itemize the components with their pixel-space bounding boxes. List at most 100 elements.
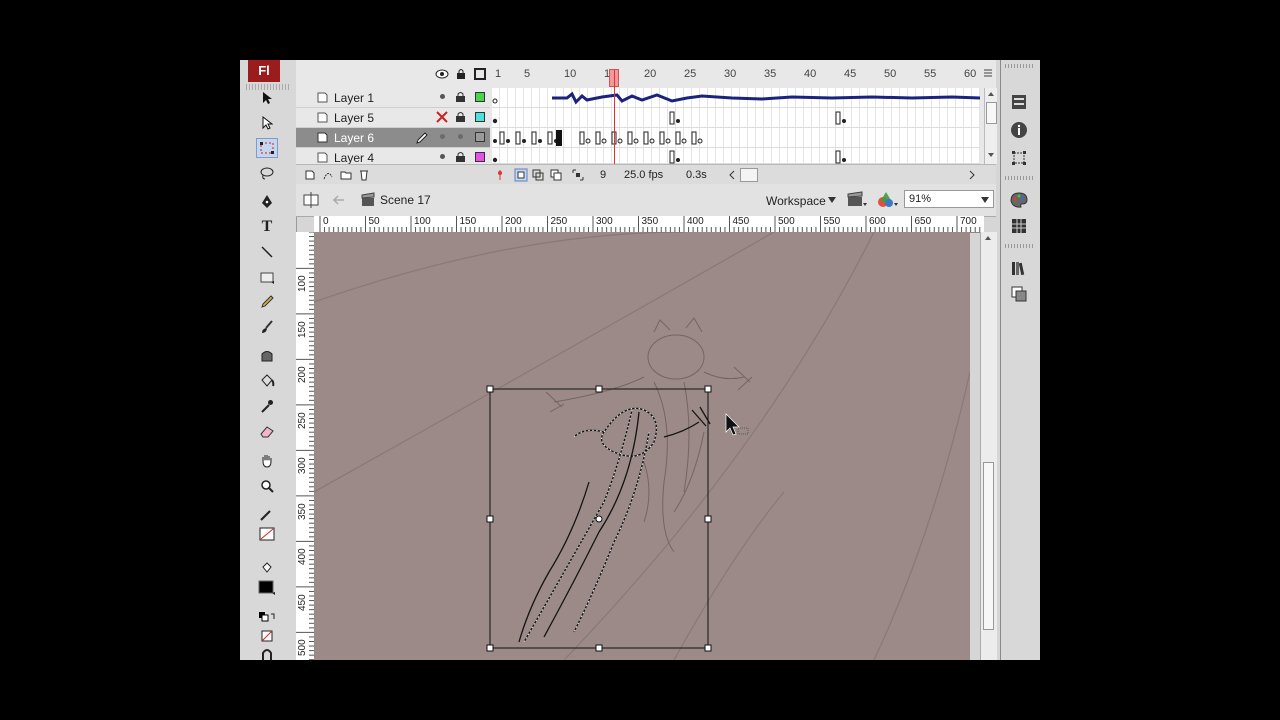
paint-bucket-icon bbox=[261, 374, 275, 387]
swap-colors-button[interactable] bbox=[256, 608, 278, 628]
ruler-label: 100 bbox=[414, 216, 431, 227]
rectangle-tool[interactable] bbox=[256, 267, 278, 287]
pencil-stroke-icon bbox=[260, 510, 271, 521]
timeline-vscroll-thumb[interactable] bbox=[986, 102, 997, 124]
trash-icon[interactable] bbox=[358, 168, 370, 181]
lock-icon[interactable] bbox=[456, 112, 465, 122]
layer-frames[interactable] bbox=[492, 148, 980, 164]
zoom-tool[interactable] bbox=[256, 476, 278, 496]
frame-number-label: 55 bbox=[924, 68, 937, 80]
lock-dot[interactable] bbox=[458, 134, 463, 139]
stage-vscroll-thumb[interactable] bbox=[983, 462, 994, 630]
visibility-dot[interactable] bbox=[440, 94, 445, 99]
ruler-label: 400 bbox=[297, 548, 308, 565]
properties-panel-button[interactable] bbox=[1005, 90, 1033, 114]
edit-multiple-frames-icon[interactable] bbox=[550, 169, 562, 181]
library-panel-button[interactable] bbox=[1005, 256, 1033, 280]
edit-symbols-icon[interactable] bbox=[876, 190, 898, 210]
chevron-down-icon[interactable] bbox=[981, 197, 989, 203]
zoom-combobox[interactable]: 91% bbox=[904, 190, 994, 208]
free-transform-tool[interactable] bbox=[256, 138, 278, 158]
eyedropper-tool[interactable] bbox=[256, 396, 278, 416]
panel-grip[interactable] bbox=[1005, 176, 1033, 180]
layer-outline-color[interactable] bbox=[475, 152, 485, 162]
panel-grip[interactable] bbox=[1005, 64, 1033, 68]
modify-onion-markers-icon[interactable] bbox=[572, 169, 584, 181]
no-color-button[interactable] bbox=[256, 626, 278, 646]
frame-number-label: 50 bbox=[884, 68, 897, 80]
lock-icon[interactable] bbox=[456, 68, 466, 80]
stroke-color-control[interactable] bbox=[256, 505, 278, 525]
stacked-layers-icon bbox=[1011, 286, 1027, 302]
fill-color-control[interactable] bbox=[256, 558, 278, 578]
ink-bottle-tool[interactable] bbox=[256, 346, 278, 366]
layer-frames[interactable] bbox=[492, 108, 980, 128]
visibility-dot[interactable] bbox=[440, 134, 445, 139]
pencil-tool[interactable] bbox=[256, 292, 278, 312]
layer-outline-color[interactable] bbox=[475, 132, 485, 142]
layer-frames[interactable] bbox=[492, 128, 980, 148]
back-arrow-icon[interactable] bbox=[332, 193, 346, 207]
scroll-up-icon[interactable] bbox=[981, 232, 995, 244]
stage-vertical-scrollbar[interactable] bbox=[980, 232, 997, 660]
scroll-left-icon[interactable] bbox=[728, 170, 736, 180]
new-folder-icon[interactable] bbox=[340, 169, 352, 181]
lock-icon[interactable] bbox=[456, 92, 465, 102]
new-layer-icon[interactable] bbox=[304, 169, 316, 181]
motion-guide-icon[interactable] bbox=[322, 169, 334, 181]
line-tool[interactable] bbox=[256, 242, 278, 262]
layer-outline-color[interactable] bbox=[475, 92, 485, 102]
sketch-artwork[interactable] bbox=[314, 232, 970, 660]
frame-number-label: 25 bbox=[684, 68, 697, 80]
info-panel-button[interactable] bbox=[1005, 118, 1033, 142]
scroll-right-icon[interactable] bbox=[968, 170, 976, 180]
layer-name-cell[interactable]: Layer 1 bbox=[296, 88, 490, 108]
brush-tool[interactable] bbox=[256, 317, 278, 337]
eye-icon[interactable] bbox=[435, 69, 449, 79]
workspace-menu[interactable]: Workspace bbox=[766, 194, 826, 208]
outline-icon[interactable] bbox=[474, 68, 486, 80]
timeline-hscroll-thumb[interactable] bbox=[740, 168, 758, 182]
layer-name-cell[interactable]: Layer 6 bbox=[296, 128, 490, 148]
components-panel-button[interactable] bbox=[1005, 282, 1033, 306]
layer-row-6[interactable]: Layer 6 bbox=[296, 128, 996, 148]
snap-to-objects-button[interactable] bbox=[256, 644, 278, 660]
paint-bucket-tool[interactable] bbox=[256, 371, 278, 391]
timeline-toggle-icon[interactable] bbox=[302, 191, 320, 209]
timeline-vscroll[interactable] bbox=[984, 88, 997, 164]
panel-grip[interactable] bbox=[1005, 244, 1033, 248]
workspace-dropdown-icon[interactable] bbox=[828, 197, 836, 203]
panel-menu-icon[interactable] bbox=[982, 68, 994, 78]
hand-tool[interactable] bbox=[256, 451, 278, 471]
layer-outline-color[interactable] bbox=[475, 112, 485, 122]
scroll-up-icon[interactable] bbox=[985, 89, 997, 99]
layer-row-5[interactable]: Layer 5 bbox=[296, 108, 996, 128]
lasso-tool[interactable] bbox=[256, 163, 278, 183]
swatches-panel-button[interactable] bbox=[1005, 214, 1033, 238]
pen-tool[interactable] bbox=[256, 192, 278, 212]
stage-canvas[interactable] bbox=[314, 232, 970, 660]
transform-panel-button[interactable] bbox=[1005, 146, 1033, 170]
layer-frames[interactable] bbox=[492, 88, 980, 108]
selection-tool[interactable] bbox=[256, 88, 278, 108]
eraser-tool[interactable] bbox=[256, 421, 278, 441]
hidden-x-icon[interactable] bbox=[436, 111, 448, 123]
text-tool[interactable]: T bbox=[256, 217, 278, 237]
tools-panel: Fl T bbox=[240, 60, 297, 660]
edit-bar: Scene 17 Workspace 91% bbox=[296, 184, 996, 217]
layer-row-1[interactable]: Layer 1 bbox=[296, 88, 996, 108]
scroll-down-icon[interactable] bbox=[985, 150, 997, 160]
onion-skin-icon[interactable] bbox=[514, 168, 528, 182]
onion-outline-icon[interactable] bbox=[532, 169, 544, 181]
paint-bucket-small-icon bbox=[262, 562, 272, 573]
center-frame-icon[interactable] bbox=[496, 169, 504, 181]
stroke-swatch[interactable] bbox=[256, 524, 278, 544]
frame-rate-readout[interactable]: 25.0 fps bbox=[624, 169, 663, 181]
edit-scene-icon[interactable] bbox=[846, 191, 868, 209]
color-panel-button[interactable] bbox=[1005, 188, 1033, 212]
lock-icon[interactable] bbox=[456, 152, 465, 162]
subselection-tool[interactable] bbox=[256, 113, 278, 133]
visibility-dot[interactable] bbox=[440, 154, 445, 159]
fill-swatch[interactable] bbox=[256, 578, 278, 598]
layer-name-cell[interactable]: Layer 5 bbox=[296, 108, 490, 128]
